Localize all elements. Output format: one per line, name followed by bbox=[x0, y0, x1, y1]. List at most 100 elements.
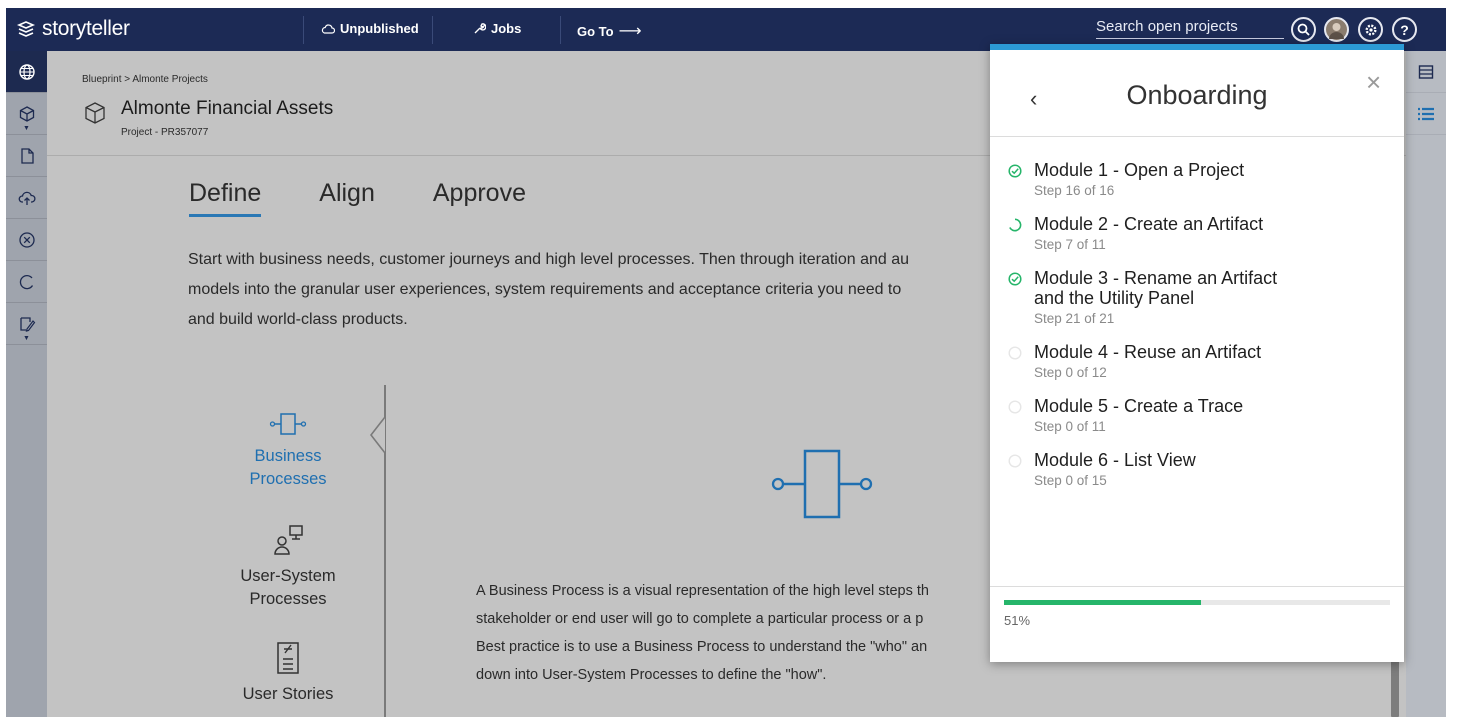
table-icon bbox=[1418, 64, 1434, 79]
business-process-diagram-icon bbox=[771, 449, 873, 519]
search-box bbox=[1096, 18, 1284, 39]
list-view-button[interactable] bbox=[1406, 93, 1446, 135]
left-rail: ▼ ▼ bbox=[6, 51, 47, 717]
module-step: Step 0 of 15 bbox=[1034, 473, 1107, 488]
nav-label: Processes bbox=[249, 590, 327, 608]
user-system-process-icon bbox=[274, 525, 303, 555]
intro-text: Start with business needs, customer jour… bbox=[188, 245, 1008, 335]
search-icon bbox=[1297, 23, 1310, 36]
divider bbox=[303, 16, 304, 44]
rail-upload-button[interactable] bbox=[6, 177, 47, 219]
empty-circle-icon bbox=[1008, 346, 1022, 360]
nav-label: Business bbox=[254, 447, 322, 465]
storyteller-logo-icon bbox=[16, 21, 36, 37]
module-title: Module 3 - Rename an Artifact and the Ut… bbox=[1034, 268, 1354, 308]
table-view-button[interactable] bbox=[1406, 51, 1446, 93]
module-step: Step 21 of 21 bbox=[1034, 311, 1115, 326]
module-title: Module 6 - List View bbox=[1034, 450, 1196, 470]
intro-line: models into the granular user experience… bbox=[188, 281, 902, 298]
jobs-label: Jobs bbox=[491, 21, 522, 36]
rail-refresh-button[interactable] bbox=[6, 261, 47, 303]
description-line: Best practice is to use a Business Proce… bbox=[476, 639, 928, 655]
cloud-icon bbox=[321, 23, 335, 34]
caret-down-icon: ▼ bbox=[23, 335, 30, 342]
rail-edit-button[interactable]: ▼ bbox=[6, 303, 47, 345]
cube-icon bbox=[19, 105, 34, 122]
scrollbar[interactable] bbox=[1391, 661, 1399, 717]
progress-percent: 51% bbox=[1004, 613, 1031, 628]
divider bbox=[432, 16, 433, 44]
avatar[interactable] bbox=[1324, 17, 1349, 42]
nav-label: Processes bbox=[249, 470, 327, 488]
active-indicator-notch bbox=[370, 417, 386, 453]
description-text: A Business Process is a visual represent… bbox=[476, 577, 996, 689]
breadcrumb[interactable]: Blueprint > Almonte Projects bbox=[82, 74, 208, 85]
cloud-upload-icon bbox=[18, 191, 36, 205]
app-window: storyteller Unpublished Jobs Go To ⟶ Sea… bbox=[6, 8, 1446, 717]
close-circle-icon bbox=[18, 231, 35, 248]
progress-bar-fill bbox=[1004, 600, 1201, 605]
rail-close-circle-button[interactable] bbox=[6, 219, 47, 261]
tab-bar: Define Align Approve bbox=[189, 179, 526, 217]
empty-circle-icon bbox=[1008, 400, 1022, 414]
description-line: A Business Process is a visual represent… bbox=[476, 583, 929, 599]
help-button[interactable]: ? bbox=[1392, 17, 1417, 42]
close-icon[interactable]: × bbox=[1366, 67, 1381, 98]
wrench-icon bbox=[474, 23, 486, 34]
logo-text: storyteller bbox=[42, 17, 130, 40]
description-line: stakeholder or end user will go to compl… bbox=[476, 611, 924, 627]
intro-line: and build world-class products. bbox=[188, 311, 408, 328]
module-title: Module 5 - Create a Trace bbox=[1034, 396, 1244, 416]
check-circle-icon bbox=[1008, 272, 1022, 286]
settings-button[interactable] bbox=[1358, 17, 1383, 42]
logo[interactable]: storyteller bbox=[16, 17, 130, 41]
refresh-icon bbox=[19, 274, 33, 289]
module-title: Module 1 - Open a Project bbox=[1034, 160, 1245, 180]
goto-label: Go To bbox=[577, 23, 614, 39]
module-title: Module 2 - Create an Artifact bbox=[1034, 214, 1264, 234]
unpublished-button[interactable]: Unpublished bbox=[321, 21, 419, 36]
module-step: Step 0 of 11 bbox=[1034, 419, 1106, 434]
module-step: Step 16 of 16 bbox=[1034, 183, 1115, 198]
description-line: down into User-System Processes to defin… bbox=[476, 667, 827, 683]
divider bbox=[560, 16, 561, 44]
project-cube-icon bbox=[85, 102, 105, 124]
nav-user-system-processes[interactable]: User-System Processes bbox=[223, 523, 353, 611]
help-icon: ? bbox=[1400, 21, 1409, 38]
caret-down-icon: ▼ bbox=[23, 125, 30, 132]
goto-button[interactable]: Go To ⟶ bbox=[577, 21, 642, 41]
progress-bar bbox=[1004, 600, 1390, 605]
nav-business-processes[interactable]: Business Processes bbox=[223, 411, 353, 491]
onboarding-header: ‹ Onboarding × bbox=[990, 50, 1404, 137]
tab-define[interactable]: Define bbox=[189, 179, 262, 217]
rail-globe-button[interactable] bbox=[6, 51, 47, 93]
edit-note-icon bbox=[19, 316, 35, 332]
empty-circle-icon bbox=[1008, 454, 1022, 468]
tab-approve[interactable]: Approve bbox=[433, 179, 526, 217]
search-button[interactable] bbox=[1291, 17, 1316, 42]
document-icon bbox=[20, 147, 34, 164]
project-id: Project - PR357077 bbox=[121, 127, 209, 138]
module-step: Step 0 of 12 bbox=[1034, 365, 1107, 380]
module-title-line: and the Utility Panel bbox=[1034, 288, 1195, 308]
divider bbox=[990, 586, 1404, 587]
nav-label: User Stories bbox=[242, 685, 334, 703]
user-photo-icon bbox=[1329, 23, 1344, 39]
jobs-button[interactable]: Jobs bbox=[473, 21, 521, 36]
rail-document-button[interactable] bbox=[6, 135, 47, 177]
user-story-icon bbox=[277, 642, 299, 674]
right-rail bbox=[1406, 51, 1446, 717]
progress-spinner-icon bbox=[1009, 218, 1022, 232]
gear-icon bbox=[1364, 23, 1377, 36]
list-icon bbox=[1418, 107, 1434, 120]
rail-cube-button[interactable]: ▼ bbox=[6, 93, 47, 135]
tab-align[interactable]: Align bbox=[319, 179, 375, 217]
nav-label: User-System bbox=[240, 567, 336, 585]
search-input[interactable] bbox=[1096, 18, 1284, 35]
nav-user-stories[interactable]: User Stories bbox=[223, 639, 353, 706]
unpublished-label: Unpublished bbox=[340, 21, 419, 36]
arrow-right-icon: ⟶ bbox=[618, 23, 642, 40]
globe-icon bbox=[18, 63, 35, 80]
check-circle-icon bbox=[1008, 164, 1022, 178]
business-process-icon bbox=[269, 413, 307, 435]
